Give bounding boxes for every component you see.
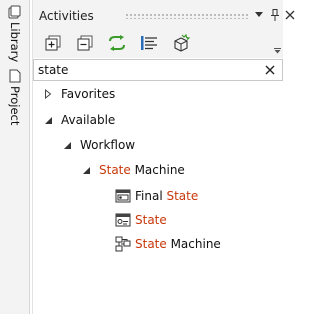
search-match-text: State — [135, 213, 167, 227]
books-icon — [7, 4, 23, 20]
activity-state[interactable]: State — [115, 210, 167, 230]
panel-title: Activities — [39, 9, 94, 23]
expanded-arrow-icon[interactable] — [60, 138, 74, 152]
activity-final-state[interactable]: Final State — [115, 186, 198, 206]
package-icon — [172, 33, 191, 55]
activity-label: Final State — [135, 189, 198, 203]
tree-node-label: Favorites — [61, 87, 116, 101]
activity-state-machine[interactable]: State Machine — [115, 234, 221, 254]
state-icon — [115, 212, 131, 228]
tree-node-available[interactable]: Available — [41, 110, 115, 130]
search-match-text: State — [99, 163, 131, 177]
library-tab[interactable]: Library — [2, 4, 28, 64]
project-file-icon — [7, 68, 23, 84]
collapsed-arrow-icon[interactable] — [41, 87, 55, 101]
tree-node-label: Workflow — [80, 138, 136, 152]
filter-button[interactable] — [139, 35, 159, 53]
chevron-down-icon[interactable] — [273, 47, 281, 55]
final-state-icon — [115, 188, 131, 204]
dropdown-arrow-icon[interactable] — [253, 8, 265, 22]
project-tab[interactable]: Project — [2, 68, 28, 130]
activity-label: State — [135, 213, 167, 227]
project-tab-label: Project — [8, 86, 22, 126]
refresh-icon — [108, 34, 126, 54]
tree-node-label: Available — [61, 113, 116, 127]
title-grip — [125, 13, 249, 19]
clear-search-icon[interactable] — [263, 63, 277, 77]
refresh-button[interactable] — [107, 34, 127, 54]
expanded-arrow-icon[interactable] — [79, 163, 93, 177]
search-match-text: State — [166, 189, 199, 203]
collapse-all-icon — [77, 35, 93, 54]
label-rest-text: Machine — [166, 237, 221, 251]
close-icon[interactable] — [284, 8, 296, 22]
label-plain-text: Final — [135, 189, 167, 203]
search-match-text: State — [135, 237, 167, 251]
activities-panel: Activities state Favorites Available Wor… — [32, 0, 295, 314]
collapse-all-button[interactable] — [75, 35, 95, 53]
manage-packages-button[interactable] — [171, 33, 191, 55]
search-box — [33, 59, 283, 81]
tree-node-favorites[interactable]: Favorites — [41, 84, 115, 104]
expand-all-icon — [45, 35, 61, 54]
tree-node-state-machine-category[interactable]: State Machine — [79, 160, 185, 180]
library-tab-label: Library — [8, 22, 22, 63]
label-rest-text: Machine — [130, 163, 185, 177]
tree-node-workflow[interactable]: Workflow — [60, 135, 135, 155]
pin-icon[interactable] — [269, 8, 281, 22]
expanded-arrow-icon[interactable] — [41, 113, 55, 127]
list-filter-icon — [140, 35, 158, 54]
search-input[interactable] — [38, 62, 260, 78]
tree-node-label: State Machine — [99, 163, 185, 177]
panel-title-bar: Activities — [33, 0, 295, 30]
side-tab-strip: Library Project — [0, 0, 30, 314]
state-machine-icon — [115, 236, 131, 252]
activity-label: State Machine — [135, 237, 221, 251]
panel-toolbar — [33, 30, 283, 58]
expand-all-button[interactable] — [43, 35, 63, 53]
